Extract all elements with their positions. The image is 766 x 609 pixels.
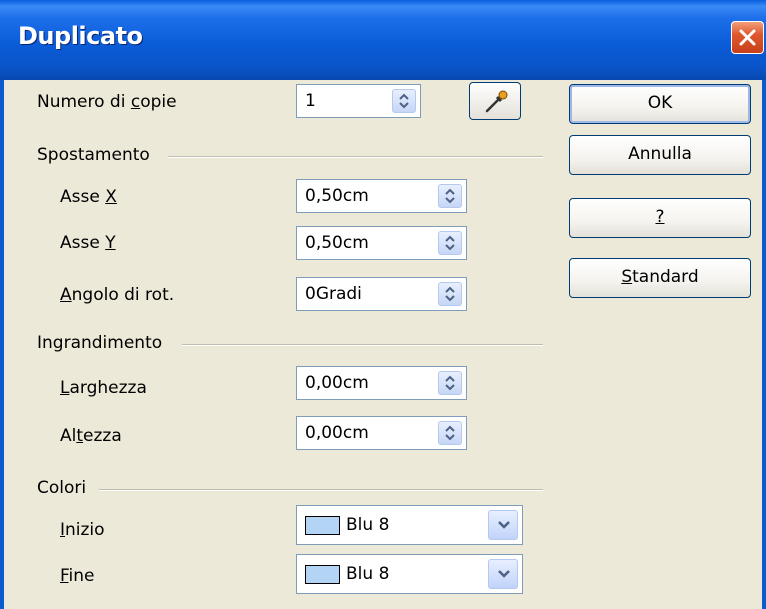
- close-button[interactable]: [731, 21, 764, 54]
- window-border-right: [762, 80, 766, 609]
- end-color-swatch: [305, 565, 340, 584]
- spin-arrows-icon[interactable]: [438, 231, 462, 255]
- ok-button[interactable]: OK: [569, 84, 751, 124]
- standard-button[interactable]: Standard: [569, 258, 751, 298]
- width-label: Larghezza: [60, 378, 147, 398]
- rotation-angle-value: 0Gradi: [305, 284, 362, 304]
- x-axis-label: Asse X: [60, 187, 117, 207]
- start-color-swatch: [305, 516, 340, 535]
- width-value: 0,00cm: [305, 373, 369, 393]
- x-axis-value: 0,50cm: [305, 186, 369, 206]
- spin-arrows-icon[interactable]: [438, 421, 462, 445]
- y-axis-value: 0,50cm: [305, 233, 369, 253]
- end-color-value: Blu 8: [346, 564, 390, 584]
- spin-arrows-icon[interactable]: [438, 371, 462, 395]
- end-color-select[interactable]: Blu 8: [296, 554, 523, 594]
- dialog-title: Duplicato: [18, 22, 143, 50]
- y-axis-stepper[interactable]: 0,50cm: [296, 226, 467, 260]
- displacement-separator: [168, 156, 543, 158]
- copies-stepper[interactable]: 1: [296, 84, 421, 118]
- enlargement-group-label: Ingrandimento: [37, 333, 163, 353]
- height-value: 0,00cm: [305, 423, 369, 443]
- window-border-left: [0, 80, 4, 609]
- rotation-angle-stepper[interactable]: 0Gradi: [296, 277, 467, 311]
- spin-arrows-icon[interactable]: [438, 184, 462, 208]
- chevron-down-icon[interactable]: [488, 510, 518, 540]
- duplicate-dialog: Duplicato Numero di copie 1 Spostamento …: [0, 0, 766, 609]
- start-color-label: Inizio: [60, 520, 105, 540]
- x-axis-stepper[interactable]: 0,50cm: [296, 179, 467, 213]
- start-color-select[interactable]: Blu 8: [296, 505, 523, 545]
- close-icon: [739, 29, 756, 46]
- height-label: Altezza: [60, 426, 122, 446]
- spin-arrows-icon[interactable]: [438, 282, 462, 306]
- title-bar[interactable]: Duplicato: [0, 0, 766, 80]
- enlargement-separator: [182, 344, 543, 346]
- colors-group-label: Colori: [37, 478, 87, 498]
- pick-values-button[interactable]: [469, 82, 521, 120]
- displacement-group-label: Spostamento: [37, 145, 150, 165]
- rotation-angle-label: Angolo di rot.: [60, 285, 175, 305]
- colors-separator: [99, 489, 543, 491]
- copies-value: 1: [305, 91, 316, 111]
- spin-arrows-icon[interactable]: [392, 89, 416, 113]
- cancel-button[interactable]: Annulla: [569, 135, 751, 175]
- end-color-label: Fine: [60, 566, 95, 586]
- width-stepper[interactable]: 0,00cm: [296, 366, 467, 400]
- y-axis-label: Asse Y: [60, 233, 116, 253]
- height-stepper[interactable]: 0,00cm: [296, 416, 467, 450]
- help-button[interactable]: ?: [569, 198, 751, 238]
- pipette-icon: [485, 90, 508, 113]
- chevron-down-icon[interactable]: [488, 559, 518, 589]
- copies-label: Numero di copie: [37, 92, 177, 112]
- start-color-value: Blu 8: [346, 515, 390, 535]
